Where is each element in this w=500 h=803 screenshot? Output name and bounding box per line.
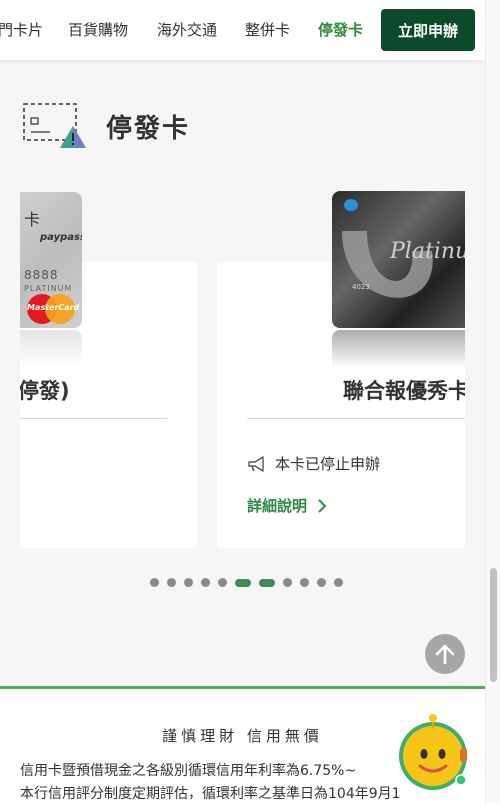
card-carousel[interactable]: 卡 paypass 8888 PLATINUM MasterCard 停發) P… xyxy=(20,185,465,565)
pagination-dot[interactable] xyxy=(300,578,309,587)
nav-tab-department-store[interactable]: 百貨購物 xyxy=(68,19,128,40)
nav-tab-discontinued[interactable]: 停發卡 xyxy=(318,19,363,40)
card-right-tier: Platinum xyxy=(390,239,465,264)
discontinued-card-warning-icon xyxy=(23,103,86,148)
back-to-top-button[interactable] xyxy=(425,634,465,674)
pagination-dot[interactable] xyxy=(235,578,251,587)
arrow-up-icon xyxy=(435,644,455,665)
card-right-title: 聯合報優秀卡 xyxy=(343,379,465,403)
pagination-dot[interactable] xyxy=(201,578,210,587)
pagination-dot[interactable] xyxy=(218,578,227,587)
footer-notice-line1: 信用卡暨預借現金之各級別循環信用年利率為6.75%~ xyxy=(20,763,357,779)
pagination-dot[interactable] xyxy=(317,578,326,587)
pagination-dot[interactable] xyxy=(334,578,343,587)
chevron-right-icon xyxy=(318,498,327,513)
footer-notice-line2: 本行信用評分制度定期評估，循環利率之基準日為104年9月1 xyxy=(20,786,401,802)
status-row: 本卡已停止申辦 xyxy=(247,453,380,474)
pagination-dot[interactable] xyxy=(150,578,159,587)
paypass-logo: paypass xyxy=(40,232,82,243)
carousel-pagination xyxy=(150,578,343,587)
bank-logo-icon xyxy=(344,199,358,211)
section-title: 停發卡 xyxy=(106,114,191,144)
card-right-number: 4023 xyxy=(352,283,370,291)
card-right-divider xyxy=(247,418,465,419)
card-image-right[interactable]: Platinum 4023 xyxy=(332,191,465,328)
card-left-title: 停發) xyxy=(20,379,70,403)
pagination-dot[interactable] xyxy=(259,578,275,587)
scrollbar-thumb[interactable] xyxy=(490,568,497,682)
nav-tab-overseas-transport[interactable]: 海外交通 xyxy=(157,19,217,40)
card-image-left[interactable]: 卡 paypass 8888 PLATINUM MasterCard xyxy=(20,192,82,328)
scrollbar[interactable] xyxy=(485,0,500,803)
card-left-reflection xyxy=(20,330,82,366)
status-text: 本卡已停止申辦 xyxy=(275,455,381,473)
detail-link-label: 詳細說明 xyxy=(247,497,308,515)
megaphone-icon xyxy=(248,455,264,472)
apply-now-button[interactable]: 立即申辦 xyxy=(381,9,475,51)
top-nav: 門卡片 百貨購物 海外交通 整併卡 停發卡 立即申辦 xyxy=(0,0,485,60)
pagination-dot[interactable] xyxy=(184,578,193,587)
card-right-reflection xyxy=(332,330,465,368)
card-left-number: 8888 xyxy=(24,268,59,282)
pagination-dot[interactable] xyxy=(167,578,176,587)
pagination-dot[interactable] xyxy=(283,578,292,587)
nav-tab-popular[interactable]: 門卡片 xyxy=(0,19,43,40)
detail-link[interactable]: 詳細說明 xyxy=(247,495,327,516)
card-left-divider xyxy=(20,418,167,419)
card-left-text: 卡 xyxy=(24,210,41,229)
nav-tab-merged-cards[interactable]: 整併卡 xyxy=(245,19,290,40)
mastercard-logo: MasterCard xyxy=(27,294,79,324)
chatbot-mascot-icon[interactable] xyxy=(396,712,470,790)
card-left-tier: PLATINUM xyxy=(24,284,73,293)
